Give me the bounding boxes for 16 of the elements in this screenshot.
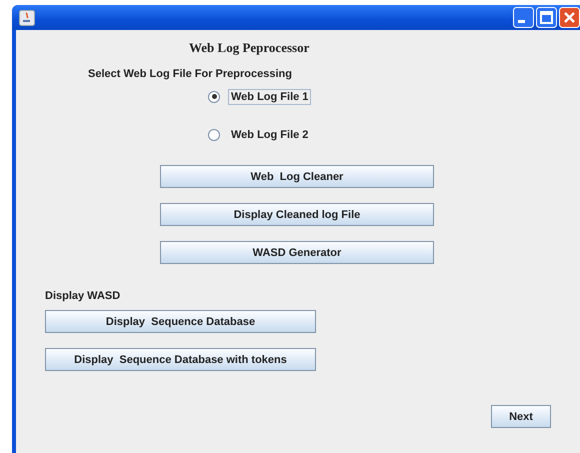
radio-label[interactable]: Web Log File 1: [228, 88, 312, 104]
section-label: Display WASD: [45, 290, 120, 302]
action-button[interactable]: Web Log Cleaner: [160, 165, 434, 188]
action-button[interactable]: WASD Generator: [160, 241, 434, 264]
maximize-button[interactable]: [536, 7, 557, 28]
radio-button[interactable]: [208, 90, 220, 102]
action-button[interactable]: Display Sequence Database with tokens: [45, 348, 316, 371]
action-button[interactable]: Display Cleaned log File: [160, 203, 434, 226]
radio-button[interactable]: [208, 128, 220, 140]
app-heading: Web Log Peprocessor: [189, 40, 310, 56]
file-prompt-label: Select Web Log File For Preprocessing: [88, 68, 292, 80]
next-button[interactable]: Next: [491, 405, 551, 428]
minimize-button[interactable]: [513, 7, 534, 28]
action-button[interactable]: Display Sequence Database: [45, 310, 316, 333]
close-button[interactable]: [559, 7, 580, 28]
radio-label[interactable]: Web Log File 2: [228, 126, 312, 142]
